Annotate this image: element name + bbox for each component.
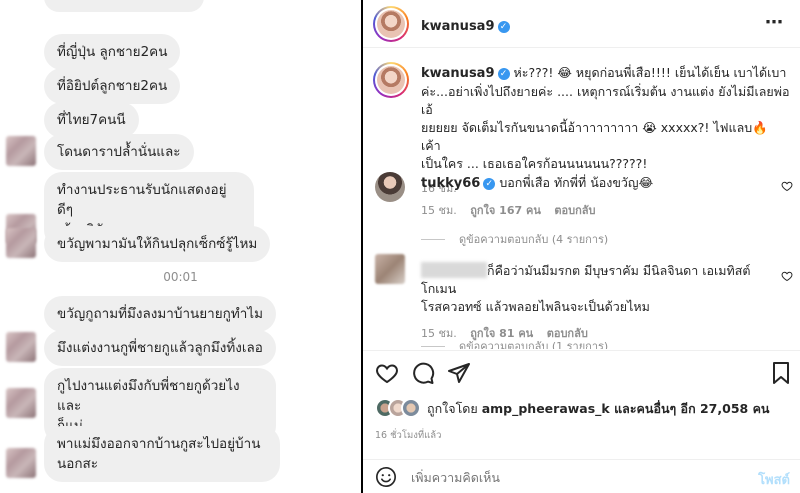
liked-by-count[interactable]: และคนอื่นๆ อีก 27,058 คน — [610, 401, 769, 416]
save-bookmark-icon[interactable] — [769, 361, 793, 385]
sender-avatar — [6, 332, 36, 362]
comment-bubble-icon[interactable] — [411, 361, 435, 385]
profile-avatar — [377, 10, 405, 38]
comment-username-blurred[interactable] — [421, 262, 487, 278]
comment-text: บอกพี่เสือ ทักพี่ที่ น้องขวัญ😂 — [499, 175, 654, 190]
sender-avatar — [6, 228, 36, 258]
caption-text: ห่ะ???! 😂 หยุดก่อนพี่เสือ!!!! เย็นได้เย็… — [513, 65, 787, 80]
comment-line: ก็คือว่ามันมีมรกต มีบุษราคัม มีนิลจินดา … — [421, 262, 771, 298]
share-paper-plane-icon[interactable] — [447, 361, 471, 385]
add-comment-bar: โพสต์ — [363, 459, 800, 493]
post-action-bar — [363, 350, 800, 390]
sender-avatar — [6, 388, 36, 418]
comment-username[interactable]: tukky66 — [421, 176, 480, 191]
post-time: 16 ชั่วโมงที่แล้ว — [375, 430, 442, 441]
commenter-avatar[interactable] — [375, 172, 405, 202]
comment-line: tukky66 ✓ บอกพี่เสือ ทักพี่ที่ น้องขวัญ😂 — [421, 174, 771, 193]
comment-input[interactable] — [411, 466, 711, 488]
comment-item: tukky66 ✓ บอกพี่เสือ ทักพี่ที่ น้องขวัญ😂 … — [421, 174, 771, 219]
comment-line: โรสควอทซ์ แล้วพลอยไพลินจะเป็นด้วยไหม — [421, 299, 650, 314]
view-replies-button[interactable]: ดูข้อความตอบกลับ (4 รายการ) — [421, 230, 608, 248]
chat-message-line: ทำงานประธานรับนักแสดงอยู่ดีๆ — [57, 182, 227, 218]
like-heart-icon[interactable] — [375, 361, 399, 385]
view-replies-button[interactable]: ดูข้อความตอบกลับ (1 รายการ) — [421, 337, 608, 349]
chat-message: ขวัญพามามันให้กินปลุกเซ็กซ์รู้ไหม — [44, 226, 271, 262]
chat-message: ที่ญี่ปุ่น ลูกชาย2คน — [44, 34, 181, 70]
sender-avatar — [6, 136, 36, 166]
chat-message-partial — [44, 0, 204, 12]
post-header: kwanusa9 ✓ ⋯ — [363, 0, 800, 48]
caption-line: kwanusa9 ✓ ห่ะ???! 😂 หยุดก่อนพี่เสือ!!!! … — [421, 64, 791, 83]
emoji-icon[interactable] — [375, 466, 397, 488]
caption-line: ค่ะ...อย่าเพิ่งไปถึงยายค่ะ .... เหตุการณ… — [421, 84, 790, 117]
profile-avatar-ring[interactable] — [373, 6, 409, 42]
liked-by-user[interactable]: amp_pheerawas_k — [482, 401, 610, 416]
chat-message: ที่ไทย7คนนี — [44, 102, 139, 138]
liked-by-text: ถูกใจโดย amp_pheerawas_k และคนอื่นๆ อีก … — [427, 401, 770, 416]
caption-avatar-ring[interactable] — [373, 62, 409, 98]
comment-like-heart-icon[interactable] — [781, 180, 793, 192]
chat-message-line: นอกสะ — [57, 456, 99, 472]
comment-meta: 15 ชม. ถูกใจ 167 คน ตอบกลับ — [421, 201, 771, 219]
more-icon[interactable]: ⋯ — [765, 14, 784, 32]
chat-message: มึงแต่งงานกูพี่ชายกูแล้วลูกมึงทิ้งเลอ — [44, 330, 276, 366]
instagram-post-panel: kwanusa9 ✓ ⋯ kwanusa9 ✓ ห่ะ???! 😂 หยุดก่อน… — [363, 0, 800, 493]
comment-likes[interactable]: ถูกใจ 167 คน — [470, 204, 541, 217]
chat-message: โดนดาราปล้ำนั่นและ — [44, 134, 194, 170]
chat-message-multiline: พาแม่มึงออกจากบ้านกูสะไปอยู่บ้าน นอกสะ — [44, 426, 280, 482]
caption-line: เป็นใคร ... เธอเธอใครก้อนนนนนน?????! — [421, 156, 648, 171]
verified-badge-icon: ✓ — [483, 178, 496, 190]
post-comment-button[interactable]: โพสต์ — [758, 469, 790, 490]
verified-badge-icon: ✓ — [497, 68, 510, 80]
chat-timestamp: 00:01 — [163, 270, 198, 284]
chat-panel: ที่ญี่ปุ่น ลูกชาย2คน ที่อิยิปต์ลูกชาย2คน… — [0, 0, 361, 493]
verified-badge-icon: ✓ — [497, 21, 510, 33]
post-username[interactable]: kwanusa9 — [421, 19, 495, 34]
chat-message: ที่อิยิปต์ลูกชาย2คน — [44, 68, 181, 104]
chat-message-line: พาแม่มึงออกจากบ้านกูสะไปอยู่บ้าน — [57, 436, 261, 452]
comment-item: ก็คือว่ามันมีมรกต มีบุษราคัม มีนิลจินดา … — [421, 262, 771, 342]
sender-avatar — [6, 448, 36, 478]
caption-line: ยยยยย จัดเต็มไรกันขนาดนี้อ้าาาาาาาาา 😭 x… — [421, 120, 768, 153]
liked-by-avatars[interactable] — [375, 398, 421, 418]
comment-reply-button[interactable]: ตอบกลับ — [554, 204, 595, 217]
commenter-avatar-blurred[interactable] — [375, 254, 405, 284]
comment-like-heart-icon[interactable] — [781, 270, 793, 282]
chat-message: ขวัญกูถามที่มึงลงมาบ้านยายกูทำไม — [44, 296, 276, 332]
caption-username[interactable]: kwanusa9 — [421, 66, 495, 81]
comment-time: 15 ชม. — [421, 204, 457, 217]
chat-message-line: กูไปงานแต่งมึงกับพี่ชายกูด้วยไงและ — [57, 378, 240, 414]
caption-avatar — [377, 66, 405, 94]
